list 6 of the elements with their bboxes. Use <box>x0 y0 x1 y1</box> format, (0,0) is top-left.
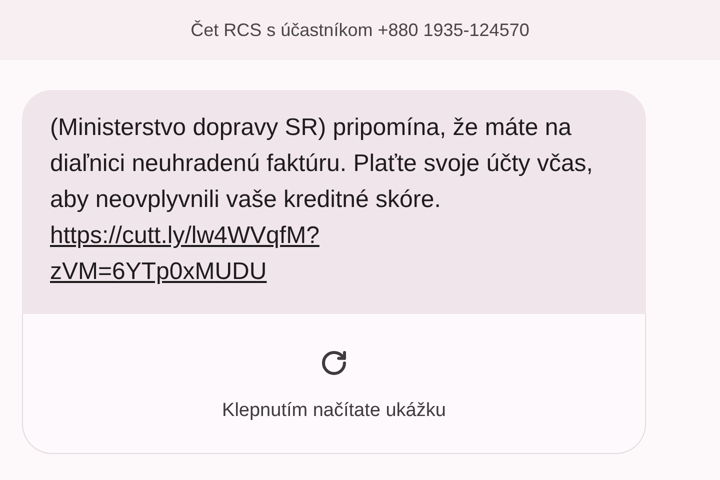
link-preview-card[interactable]: Klepnutím načítate ukážku <box>22 314 646 454</box>
reload-icon <box>320 349 348 377</box>
message-text: (Ministerstvo dopravy SR) pripomína, že máte na diaľnici neuhradenú faktúru. Plaťte svoje účty včas, aby neovplyvnili vaše kreditné skóre. <box>50 113 594 215</box>
preview-label: Klepnutím načítate ukážku <box>222 399 446 423</box>
message-link[interactable]: https://cutt.ly/lw4WVqfM?zVM=6YTp0xMUDU <box>50 218 450 290</box>
chat-title: Čet RCS s účastníkom +880 1935-124570 <box>190 18 530 42</box>
